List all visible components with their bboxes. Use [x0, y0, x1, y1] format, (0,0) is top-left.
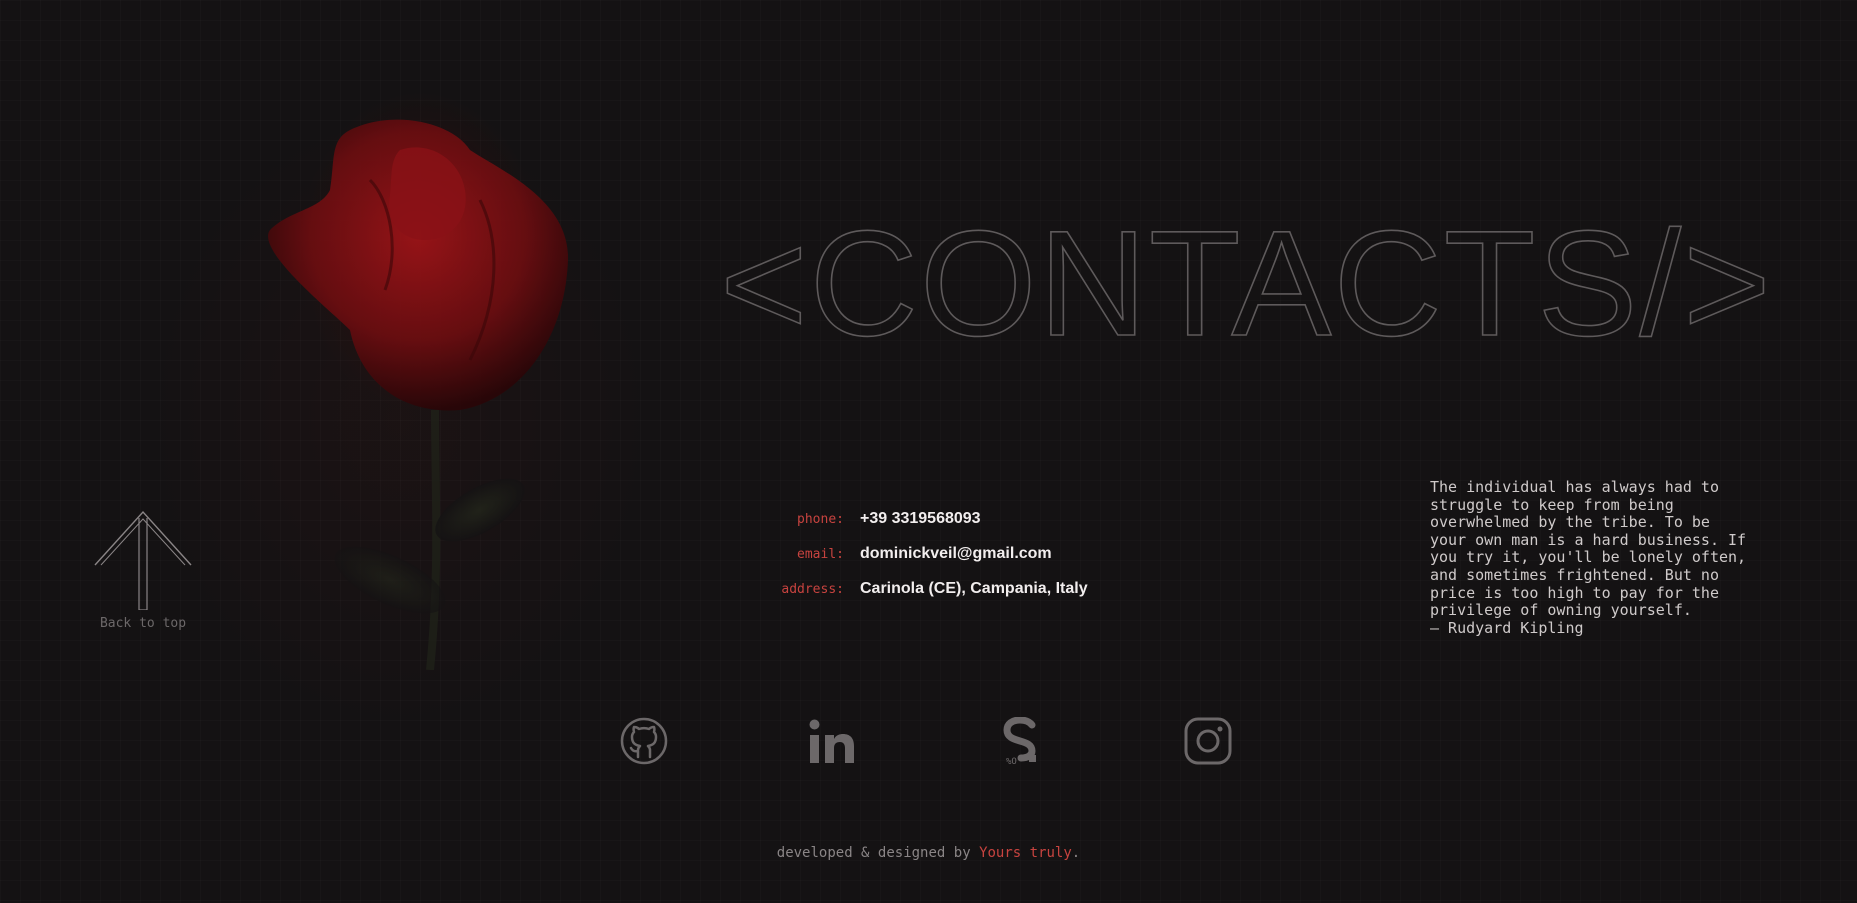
- quote-author: — Rudyard Kipling: [1430, 618, 1584, 637]
- email-value[interactable]: dominickveil@gmail.com: [860, 545, 1052, 563]
- linkedin-icon: [809, 719, 854, 763]
- linkedin-link[interactable]: [808, 715, 996, 767]
- phone-value[interactable]: +39 3319568093: [860, 510, 981, 528]
- github-link[interactable]: [620, 715, 808, 767]
- github-icon: [620, 717, 668, 765]
- quote-block: The individual has always had to struggl…: [1430, 478, 1770, 637]
- contacts-title: <CONTACTS/>: [719, 198, 1771, 375]
- phone-label: phone:: [797, 512, 844, 527]
- address-value: Carinola (CE), Campania, Italy: [860, 580, 1088, 597]
- arrow-up-icon: [94, 510, 192, 610]
- back-to-top-label: Back to top: [99, 616, 187, 631]
- svg-text:%O: %O: [1006, 757, 1017, 765]
- instagram-link[interactable]: [1184, 715, 1372, 767]
- footer-link[interactable]: Yours truly: [979, 845, 1072, 861]
- contact-row-phone: phone: +39 3319568093: [720, 510, 1088, 545]
- back-to-top-button[interactable]: Back to top: [88, 508, 198, 631]
- s-brand-link[interactable]: %O: [996, 715, 1184, 767]
- instagram-icon: [1184, 717, 1232, 765]
- contact-row-email: email: dominickveil@gmail.com: [720, 545, 1088, 580]
- social-links: %O: [620, 715, 1372, 767]
- address-label: address:: [781, 582, 844, 597]
- quote-text: The individual has always had to struggl…: [1430, 478, 1747, 620]
- spotify-like-s-icon: %O: [1003, 717, 1036, 765]
- contacts-title-text: <CONTACTS/>: [720, 205, 1770, 367]
- contact-list: phone: +39 3319568093 email: dominickvei…: [720, 510, 1088, 615]
- contact-row-address: address: Carinola (CE), Campania, Italy: [720, 580, 1088, 615]
- rose-image: [268, 119, 569, 670]
- footer-suffix: .: [1071, 845, 1081, 861]
- footer-prefix: developed & designed by: [776, 845, 980, 861]
- footer: developed & designed by Yours truly.: [0, 845, 1857, 861]
- email-label: email:: [797, 547, 844, 562]
